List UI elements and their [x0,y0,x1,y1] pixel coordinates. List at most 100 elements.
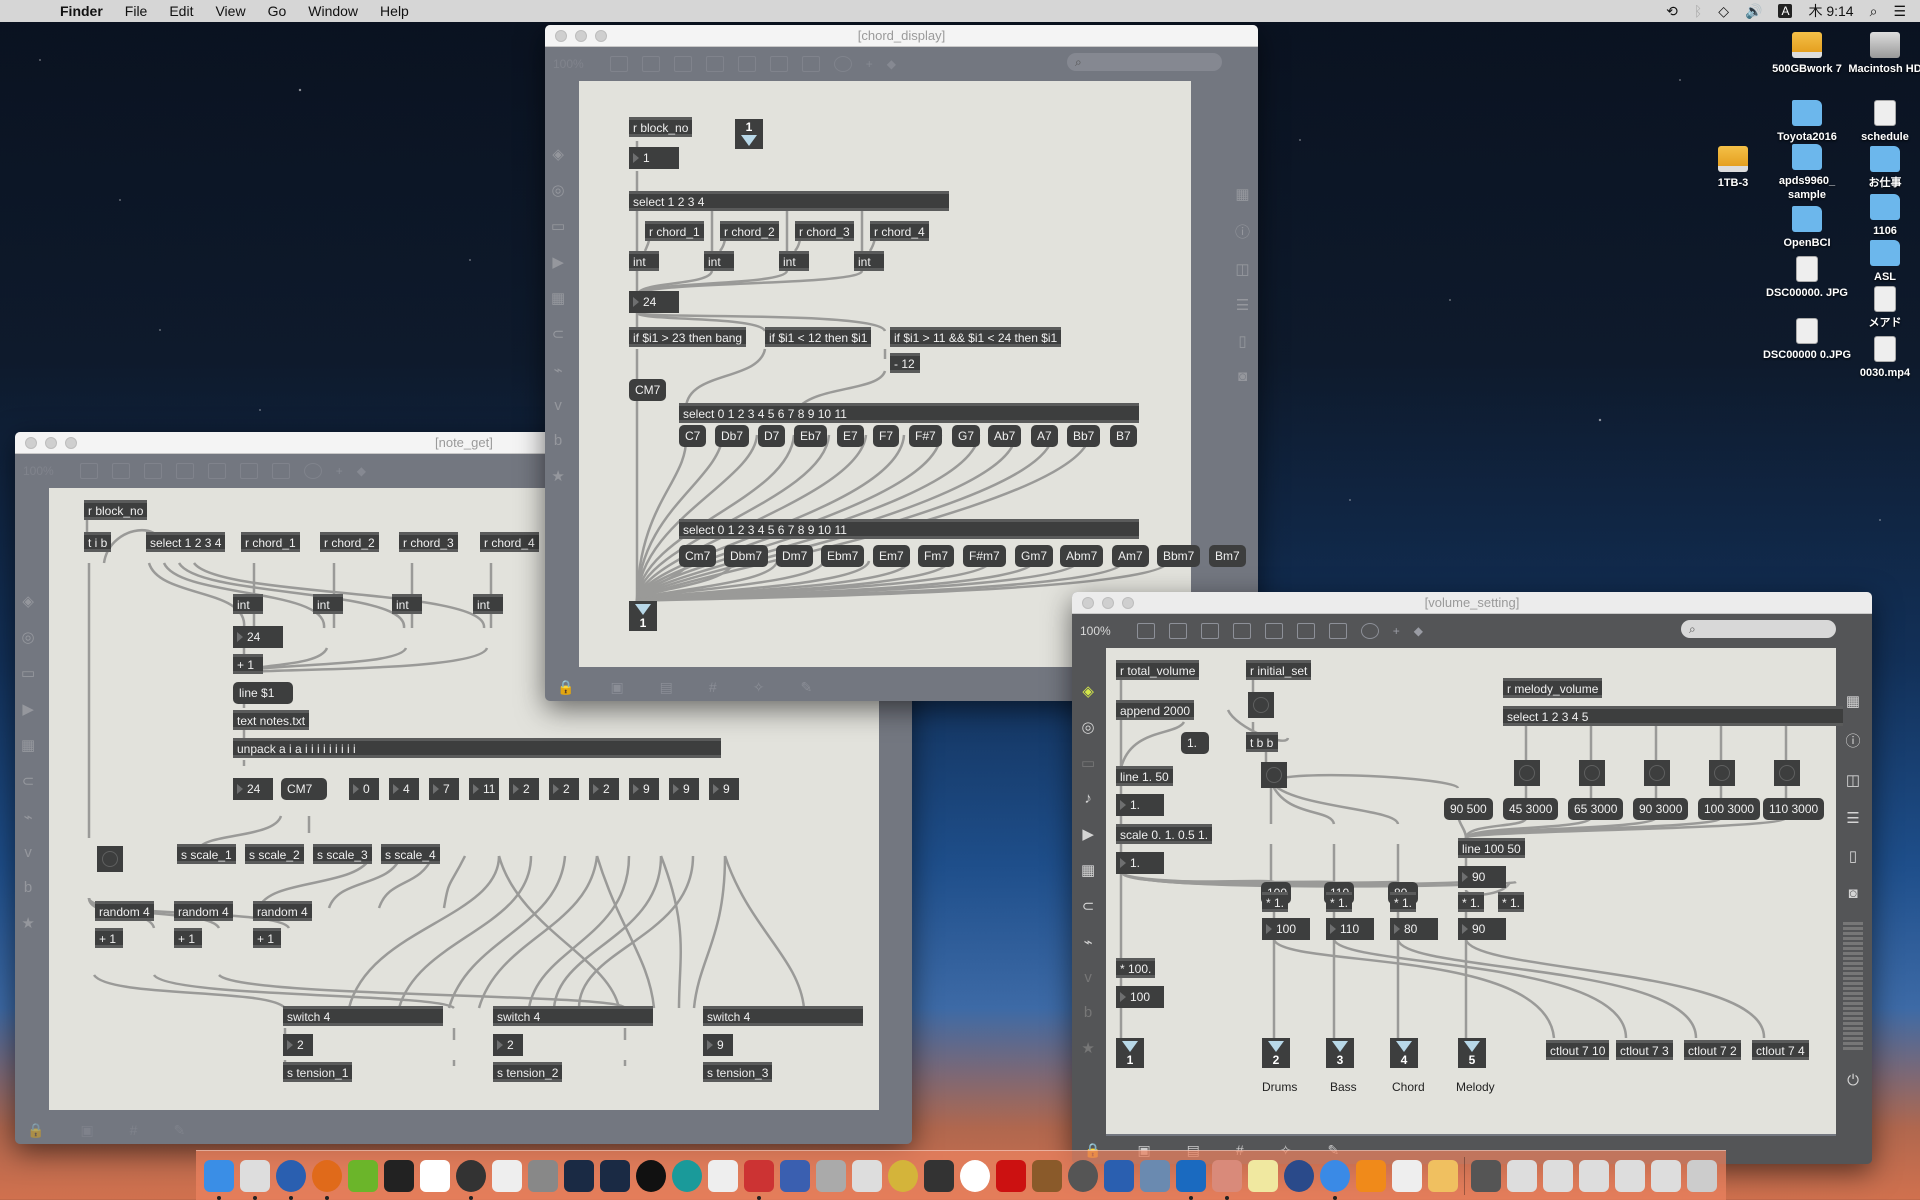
dock-app-icon[interactable] [348,1159,378,1192]
itunes-icon[interactable] [960,1159,990,1192]
paint-bucket-icon[interactable]: ◆ [357,464,366,478]
zoom-button[interactable] [1122,596,1134,609]
paint-bucket-icon[interactable]: ◆ [1414,624,1423,638]
toggle-icon[interactable] [737,56,756,72]
number-switch-2[interactable]: 2 [493,1034,523,1056]
quicktime-icon[interactable] [1284,1159,1314,1192]
dock-document-icon[interactable] [1507,1159,1537,1192]
switch-4-1[interactable]: switch 4 [283,1006,443,1026]
star-icon[interactable]: ★ [21,914,34,932]
multiply-100[interactable]: * 100. [1116,958,1156,978]
comment-icon[interactable] [1200,623,1219,639]
close-button[interactable] [555,29,567,42]
grid-icon[interactable]: # [130,1122,138,1138]
search-input[interactable]: ⌕ [1681,620,1836,638]
r-chord-3[interactable]: r chord_3 [795,221,854,241]
clip-icon[interactable]: ⊂ [22,772,35,790]
menu-help[interactable]: Help [380,3,409,19]
msg-chord[interactable]: Ebm7 [821,545,865,567]
msg-chord[interactable]: Eb7 [794,425,828,447]
desktop-icon-1106[interactable]: 1106 [1840,194,1920,238]
desktop-icon-apds9960[interactable]: apds9960_ sample [1762,144,1852,202]
presentation-icon[interactable] [609,56,628,72]
int-4[interactable]: int [854,251,884,271]
presentation-mode-icon[interactable]: ▣ [610,679,623,696]
window-icon[interactable]: ▭ [551,217,565,235]
number-chord[interactable]: 80 [1390,918,1438,940]
grid-palette-icon[interactable]: ▦ [1846,692,1860,710]
r-chord-2[interactable]: r chord_2 [720,221,779,241]
dock-app-icon[interactable] [708,1159,738,1192]
plus-icon[interactable]: + [336,464,343,478]
toggle-icon[interactable] [207,463,226,479]
outlet-melody[interactable]: 5 [1458,1038,1486,1068]
inlet-1[interactable]: 1 [735,119,763,149]
list-icon[interactable]: ☰ [1846,809,1859,827]
msg-45-3000[interactable]: 45 3000 [1503,798,1559,820]
msg-chord[interactable]: Dbm7 [724,545,769,567]
line-1-50[interactable]: line 1. 50 [1116,766,1173,786]
plus-icon[interactable]: + [1393,624,1400,638]
outlet-1[interactable]: 1 [629,601,657,631]
r-total-volume[interactable]: r total_volume [1116,660,1200,680]
processing-icon[interactable] [600,1159,630,1192]
wrench-icon[interactable]: ✎ [173,1122,185,1139]
vizzie-icon[interactable]: v [24,844,32,861]
scale[interactable]: scale 0. 1. 0.5 1. [1116,824,1213,844]
number-switch-3[interactable]: 9 [703,1034,733,1056]
r-chord-4[interactable]: r chord_4 [480,532,539,552]
zoom-select[interactable]: 100% [23,464,54,478]
zoom-button[interactable] [65,436,77,449]
dock-app-icon[interactable] [744,1159,774,1200]
msg-chord[interactable]: Ab7 [988,425,1022,447]
msg-90-500[interactable]: 90 500 [1444,798,1493,820]
number-tension[interactable]: 9 [629,778,659,800]
msg-chord[interactable]: Fm7 [918,545,954,567]
video-icon[interactable]: ▶ [1082,825,1094,843]
r-chord-2[interactable]: r chord_2 [320,532,379,552]
close-button[interactable] [25,436,37,449]
msg-chord[interactable]: Dm7 [776,545,814,567]
dock-document-icon[interactable] [1471,1159,1501,1192]
p5-icon[interactable] [636,1159,666,1192]
menu-finder[interactable]: Finder [60,3,103,19]
r-melody-volume[interactable]: r melody_volume [1503,678,1603,698]
number-scale-2[interactable]: 4 [389,778,419,800]
r-chord-1[interactable]: r chord_1 [241,532,300,552]
grid-icon[interactable]: # [709,679,717,695]
int-4[interactable]: int [473,594,503,614]
msg-chord[interactable]: B7 [1110,425,1137,447]
number-tension[interactable]: 2 [549,778,579,800]
msg-100-3000[interactable]: 100 3000 [1698,798,1761,820]
split-icon[interactable]: ◫ [1235,260,1249,278]
plus-1[interactable]: + 1 [233,654,263,674]
int-1[interactable]: int [629,251,659,271]
int-3[interactable]: int [779,251,809,271]
dock-app-icon[interactable] [240,1159,270,1200]
book-icon[interactable]: ▯ [1238,332,1246,350]
zoom-button[interactable] [595,29,607,42]
image-icon[interactable]: ▦ [1081,861,1095,879]
dock-app-icon[interactable] [1212,1159,1242,1200]
bang-melody-1[interactable] [1514,760,1540,786]
split-icon[interactable]: ◫ [1846,771,1860,789]
select-12345[interactable]: select 1 2 3 4 5 [1503,706,1843,726]
ctlout-7-10[interactable]: ctlout 7 10 [1546,1040,1610,1060]
ctlout-7-3[interactable]: ctlout 7 3 [1616,1040,1673,1060]
msg-chord[interactable]: F#7 [909,425,942,447]
volume-icon[interactable]: 🔊 [1745,3,1762,20]
button-object-icon[interactable] [1232,623,1251,639]
msg-chord[interactable]: C7 [679,425,707,447]
window-icon[interactable]: ▭ [21,664,35,682]
beap-icon[interactable]: b [554,432,562,449]
message-box-icon[interactable] [1168,623,1187,639]
switch-4-2[interactable]: switch 4 [493,1006,653,1026]
msg-chord[interactable]: Bm7 [1209,545,1246,567]
patcher-canvas[interactable]: r total_volume append 2000 1. line 1. 50… [1106,648,1843,1134]
random-4-3[interactable]: random 4 [253,901,312,921]
msg-chord[interactable]: A7 [1031,425,1058,447]
msg-chord[interactable]: Bbm7 [1157,545,1201,567]
dock-document-icon[interactable] [1579,1159,1609,1192]
presentation-icon[interactable] [79,463,98,479]
wrench-icon[interactable]: ✎ [800,679,812,696]
